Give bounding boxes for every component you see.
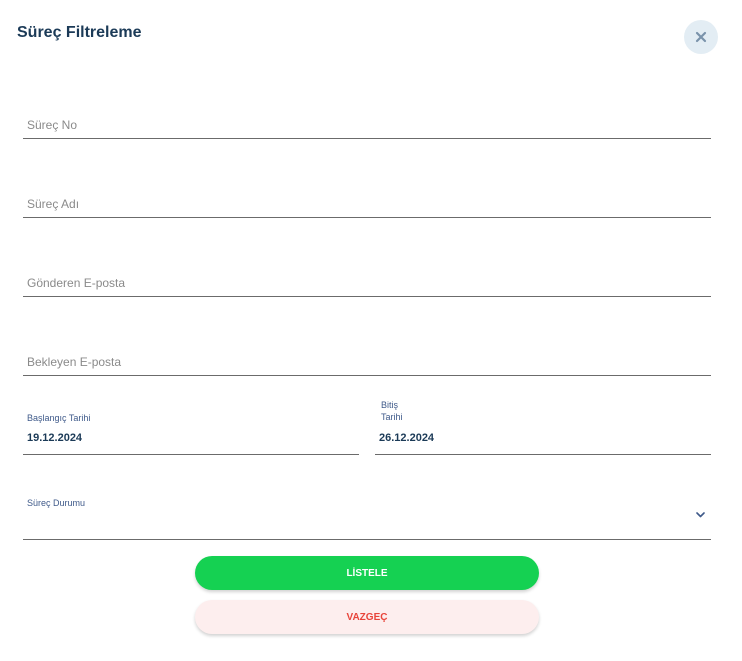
pending-email-field xyxy=(23,337,711,376)
process-name-input[interactable] xyxy=(27,197,707,211)
close-icon xyxy=(695,31,707,43)
close-button[interactable] xyxy=(684,20,718,54)
end-date-label-line2: Tarihi xyxy=(381,412,403,422)
process-name-field xyxy=(23,179,711,218)
dialog-title: Süreç Filtreleme xyxy=(17,24,142,41)
process-no-input[interactable] xyxy=(27,118,707,132)
cancel-button[interactable]: VAZGEÇ xyxy=(195,600,539,634)
start-date-field[interactable]: Başlangıç Tarihi 19.12.2024 xyxy=(23,408,359,455)
sender-email-input[interactable] xyxy=(27,276,707,290)
start-date-value: 19.12.2024 xyxy=(27,432,83,444)
pending-email-input[interactable] xyxy=(27,355,707,369)
end-date-label-line1: Bitiş xyxy=(381,400,399,410)
sender-email-field xyxy=(23,258,711,297)
chevron-down-icon[interactable] xyxy=(696,512,705,518)
process-no-field xyxy=(23,100,711,139)
end-date-value: 26.12.2024 xyxy=(379,432,435,444)
start-date-label: Başlangıç Tarihi xyxy=(27,413,91,423)
end-date-field[interactable]: Bitiş Tarihi 26.12.2024 xyxy=(375,396,711,455)
status-select[interactable]: Süreç Durumu xyxy=(23,494,711,540)
list-button[interactable]: LİSTELE xyxy=(195,556,539,590)
status-label: Süreç Durumu xyxy=(27,498,86,508)
end-date-label: Bitiş Tarihi xyxy=(381,399,403,423)
